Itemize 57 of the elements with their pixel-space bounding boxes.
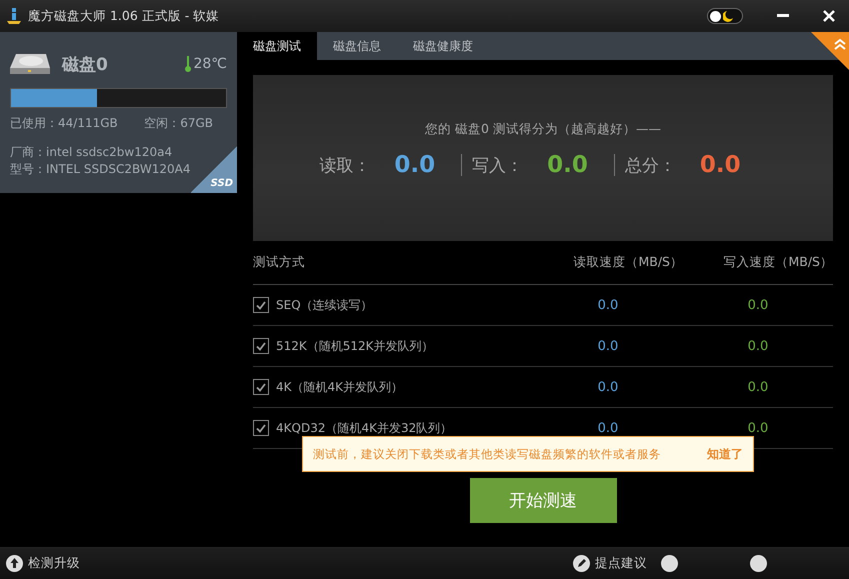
write-speed: 0.0 [746,338,770,354]
score-label: 写入： [472,154,524,176]
column-header: 测试方式 [253,254,306,271]
close-icon [823,10,835,22]
write-speed: 0.0 [746,298,770,312]
tab[interactable]: 磁盘测试 [237,32,317,60]
circle-icon[interactable] [661,555,678,572]
checkbox[interactable] [253,297,269,313]
pencil-icon [573,555,590,572]
check-icon [256,382,266,392]
minimize-icon [777,14,789,18]
write-speed: 0.0 [746,420,770,436]
column-header: 写入速度（MB/S） [722,254,833,271]
check-icon [256,424,266,432]
test-name: 4K（随机4K并发队列） [276,378,404,396]
used-space: 已使用：44/111GB [10,115,118,132]
test-name: 512K（随机512K并发队列） [276,338,434,354]
moon-icon [723,10,733,22]
score-value: 0.0 [547,152,588,178]
vendor: 厂商：intel ssdsc2bw120a4 [10,144,174,161]
checkbox[interactable] [253,420,269,436]
test-name: 4KQD32（随机4K并发32队列） [276,420,452,436]
checkbox[interactable] [253,379,269,395]
model: 型号：INTEL SSDSC2BW120A4 [10,161,192,178]
test-name: SEQ（连续读写） [276,296,373,314]
tab[interactable]: 磁盘信息 [317,32,397,60]
window-title: 魔方磁盘大师 1.06 正式版 - 软媒 [28,8,220,24]
thermometer-icon [185,56,192,72]
read-speed: 0.0 [596,298,620,312]
score-value: 0.0 [394,152,436,178]
free-space: 空闲：67GB [144,115,213,132]
disk-card[interactable]: 磁盘0 28℃ 已使用：44/111GB 空闲：67GB 厂商：intel ssdsc2bw120a4 型号：INTEL SSDSC2BW120A4 SSD [0,32,237,193]
tip-text: 测试前，建议关闭下载类或者其他类读写磁盘频繁的软件或者服务 [313,446,661,462]
check-icon [256,300,266,310]
read-speed: 0.0 [596,420,620,436]
check-icon [256,342,266,350]
checkbox[interactable] [253,338,269,354]
column-header: 读取速度（MB/S） [572,254,683,271]
start-button[interactable]: 开始测速 [470,478,616,523]
score-label: 读取： [319,154,370,176]
score-caption: 您的 磁盘0 测试得分为（越高越好）—— [425,121,661,138]
chevrons-up-icon[interactable] [811,32,849,70]
write-speed: 0.0 [746,380,770,394]
disk-name: 磁盘0 [62,54,109,76]
circle-icon[interactable] [750,555,767,572]
hard-drive-icon [10,52,50,76]
app-logo-icon [6,7,22,25]
score-value: 0.0 [700,152,741,178]
night-mode-toggle[interactable] [707,8,743,24]
check-update-button[interactable]: 检测升级 [6,555,80,572]
temperature: 28℃ [185,56,227,72]
feedback-button[interactable]: 提点建议 [573,555,647,572]
ssd-badge: SSD [191,145,237,193]
read-speed: 0.0 [596,380,620,394]
read-speed: 0.0 [596,338,620,354]
score-label: 总分： [624,154,676,176]
tab[interactable]: 磁盘健康度 [397,32,489,60]
